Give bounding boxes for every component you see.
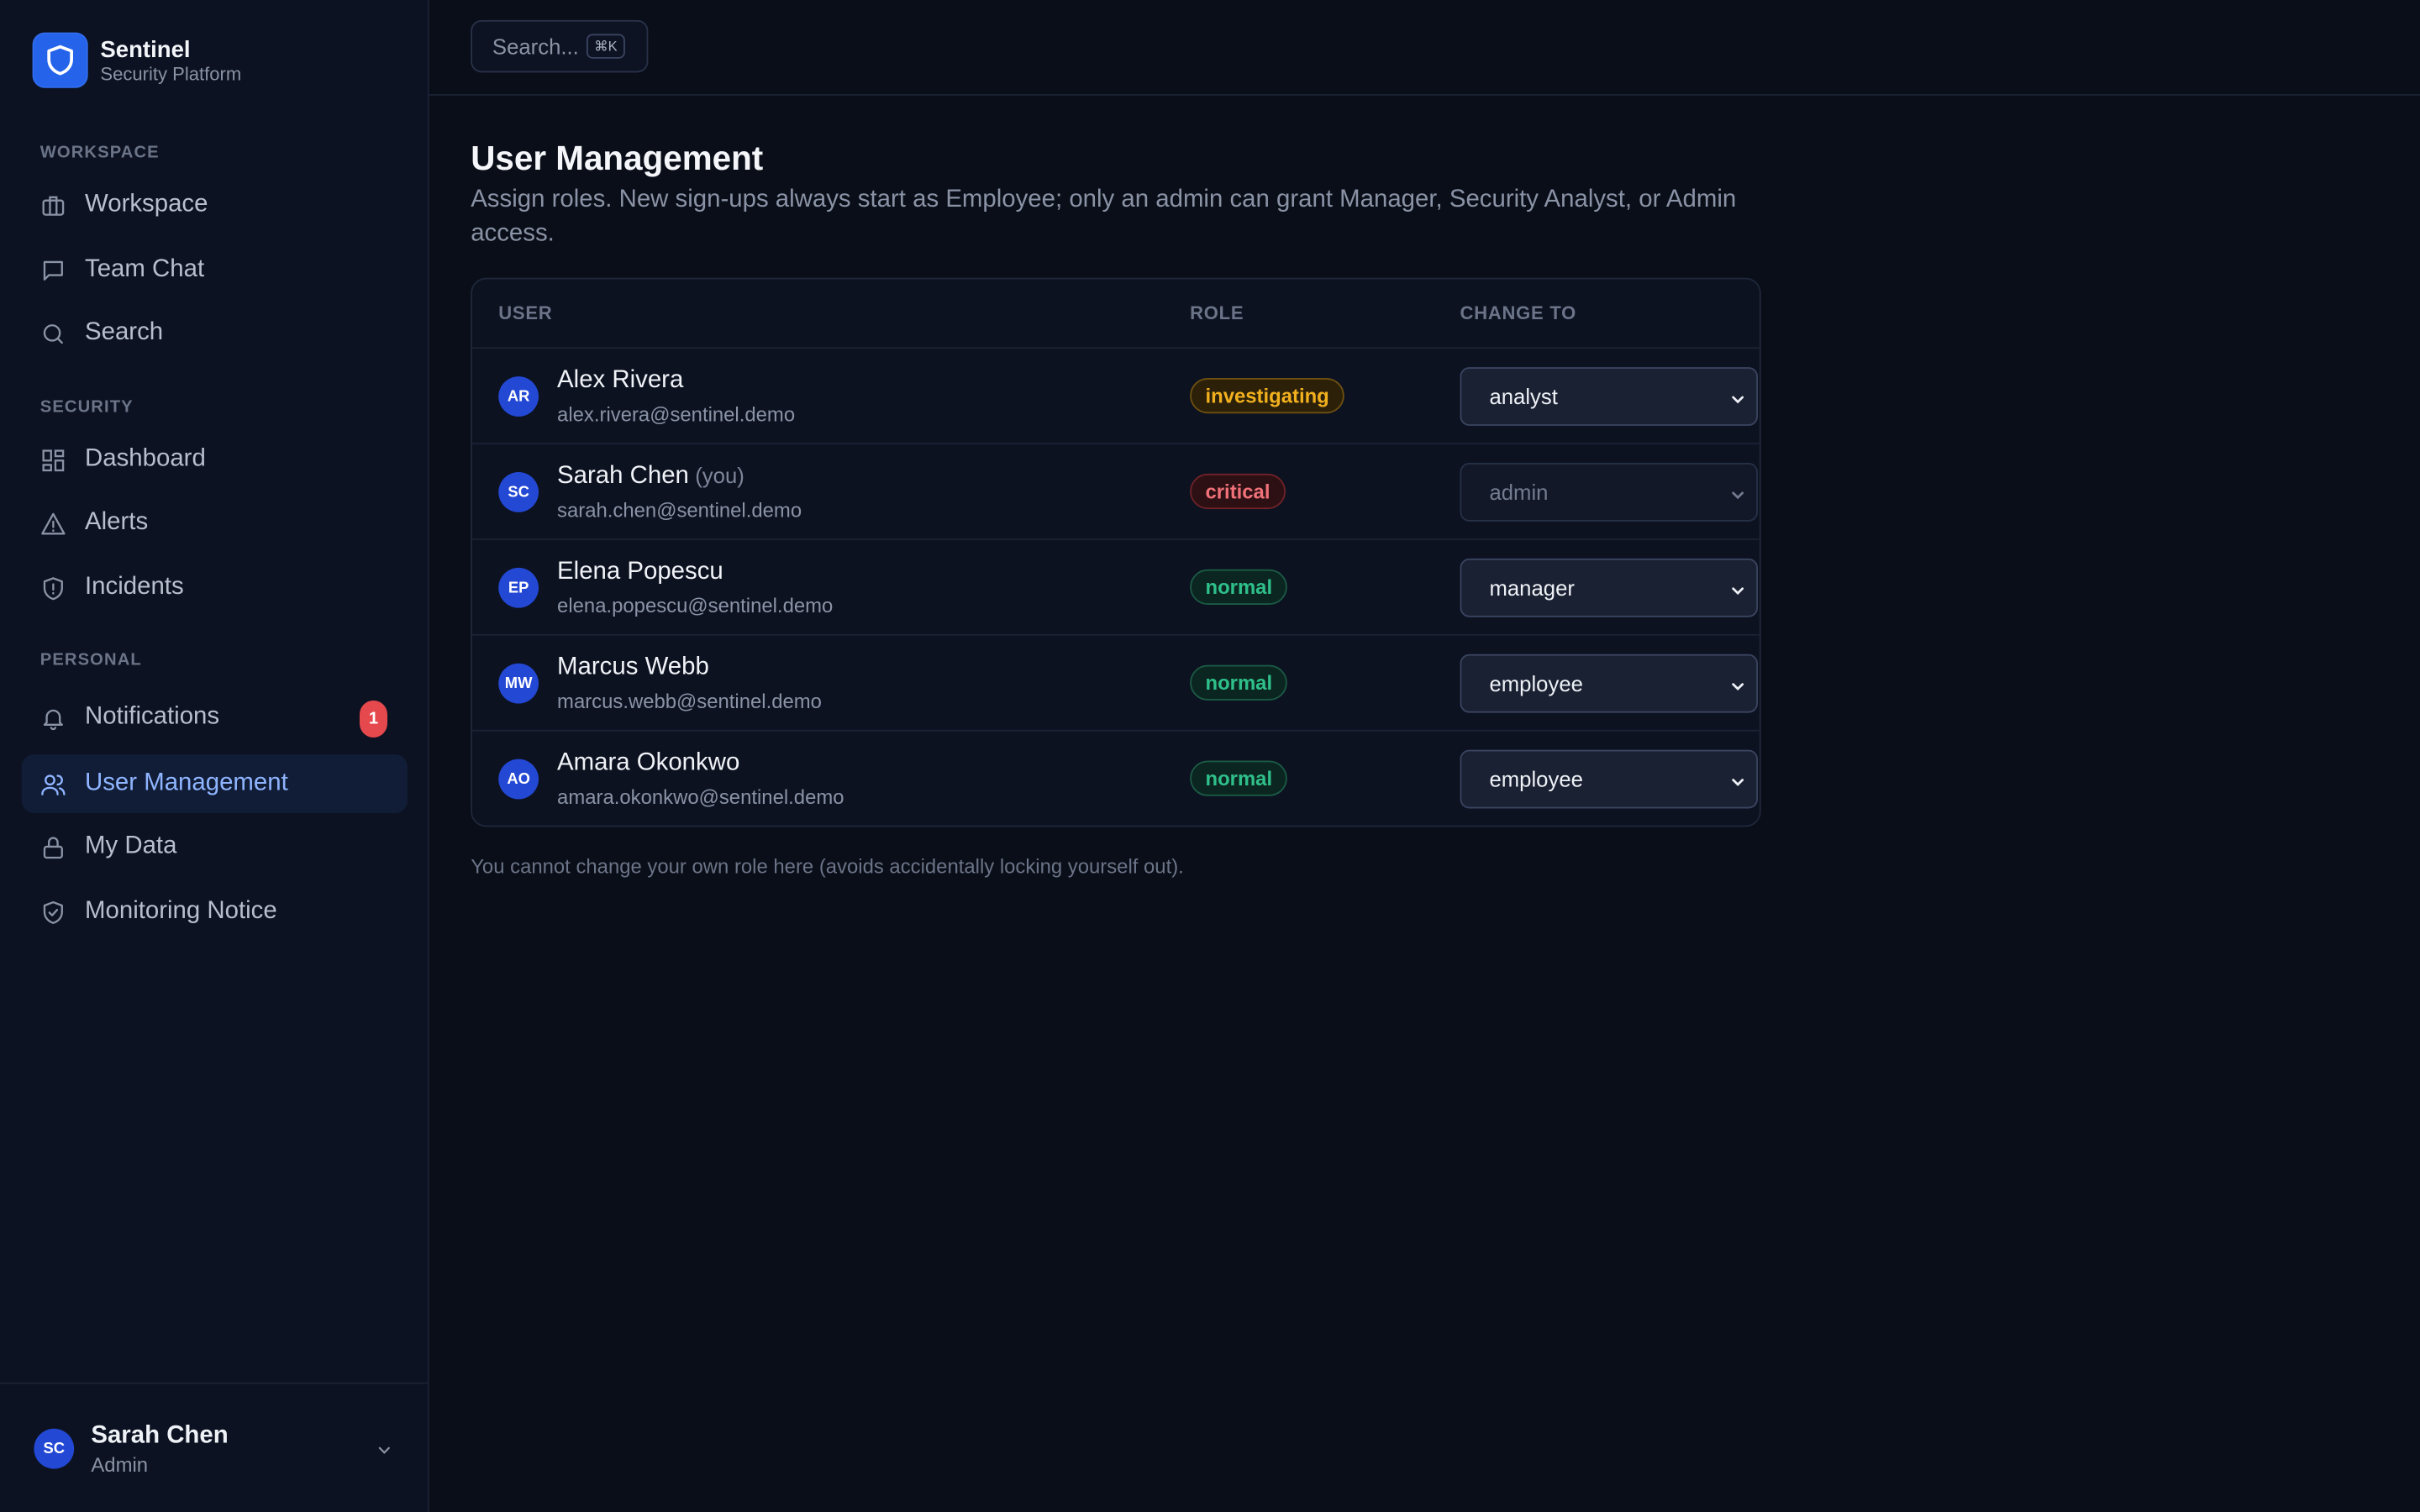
dashboard-icon xyxy=(40,447,66,473)
status-badge: critical xyxy=(1190,473,1286,510)
users-table: USER ROLE CHANGE TO AR Alex Rivera alex.… xyxy=(471,277,1761,827)
table-row: MW Marcus Webb marcus.webb@sentinel.demo… xyxy=(472,633,1760,730)
warning-icon xyxy=(40,510,66,536)
sidebar-item-monitoring-notice[interactable]: Monitoring Notice xyxy=(22,883,408,942)
chevron-down-icon xyxy=(1728,485,1747,509)
search-placeholder: Search... xyxy=(492,34,579,59)
avatar: EP xyxy=(498,567,539,608)
role-select[interactable]: analyst xyxy=(1460,367,1759,426)
chevron-down-icon xyxy=(1728,771,1747,795)
section-label-personal: PERSONAL xyxy=(39,651,142,670)
user-name: Sarah Chen xyxy=(557,463,689,490)
sidebar-item-label: Workspace xyxy=(85,191,208,218)
role-select[interactable]: employee xyxy=(1460,749,1759,809)
user-name: Alex Rivera xyxy=(557,367,684,394)
current-user-menu[interactable]: SC Sarah Chen Admin xyxy=(0,1382,429,1512)
sidebar-item-notifications[interactable]: Notifications 1 xyxy=(22,688,408,747)
sidebar-item-alerts[interactable]: Alerts xyxy=(22,494,408,553)
table-row: AR Alex Rivera alex.rivera@sentinel.demo… xyxy=(472,347,1760,443)
keyboard-shortcut: ⌘K xyxy=(586,34,625,59)
status-badge: investigating xyxy=(1190,377,1345,414)
avatar: AO xyxy=(498,759,539,800)
shield-check-icon xyxy=(40,899,66,925)
column-header-role: ROLE xyxy=(1190,302,1244,324)
sidebar-item-incidents[interactable]: Incidents xyxy=(22,559,408,617)
role-select[interactable]: manager xyxy=(1460,558,1759,617)
topbar: Search... ⌘K xyxy=(429,0,2420,96)
sidebar-item-label: Notifications xyxy=(85,703,220,730)
chevron-down-icon xyxy=(1728,580,1747,605)
sidebar-item-user-management[interactable]: User Management xyxy=(21,754,408,813)
sidebar-item-label: User Management xyxy=(85,769,288,796)
sidebar-item-label: Monitoring Notice xyxy=(85,897,277,925)
status-badge: normal xyxy=(1190,569,1288,605)
column-header-change-to: CHANGE TO xyxy=(1460,302,1577,324)
bell-icon xyxy=(40,704,66,730)
sidebar-item-my-data[interactable]: My Data xyxy=(22,817,408,876)
sidebar-item-label: Incidents xyxy=(85,574,184,601)
status-badge: normal xyxy=(1190,664,1288,701)
user-email: marcus.webb@sentinel.demo xyxy=(557,690,822,713)
global-search-button[interactable]: Search... ⌘K xyxy=(471,19,649,73)
user-email: elena.popescu@sentinel.demo xyxy=(557,594,834,617)
section-label-workspace: WORKSPACE xyxy=(39,143,160,162)
search-icon xyxy=(40,320,66,346)
page-title: User Management xyxy=(471,139,764,178)
sidebar-item-label: Dashboard xyxy=(85,445,206,473)
section-label-security: SECURITY xyxy=(39,397,134,417)
shield-logo-icon xyxy=(32,32,88,88)
table-row: AO Amara Okonkwo amara.okonkwo@sentinel.… xyxy=(472,729,1760,826)
avatar: SC xyxy=(498,472,539,512)
sidebar: Sentinel Security Platform WORKSPACE Wor… xyxy=(0,0,429,1512)
table-row: SC Sarah Chen (you) sarah.chen@sentinel.d… xyxy=(472,443,1760,538)
brand-subtitle: Security Platform xyxy=(100,62,242,85)
role-select-value: employee xyxy=(1489,670,1583,696)
sidebar-item-label: Search xyxy=(85,319,164,346)
role-select-value: analyst xyxy=(1489,384,1558,409)
user-name: Amara Okonkwo xyxy=(557,749,740,776)
role-select[interactable]: employee xyxy=(1460,654,1759,713)
role-select-disabled: admin xyxy=(1460,463,1759,522)
user-email: alex.rivera@sentinel.demo xyxy=(557,402,796,426)
page-description: Assign roles. New sign-ups always start … xyxy=(471,186,1737,247)
role-select-value: admin xyxy=(1489,480,1549,505)
lock-icon xyxy=(40,834,66,860)
avatar: MW xyxy=(498,663,539,704)
brand-name: Sentinel xyxy=(100,36,191,63)
user-email: sarah.chen@sentinel.demo xyxy=(557,498,802,522)
shield-alert-icon xyxy=(40,575,66,601)
sidebar-item-label: My Data xyxy=(85,832,177,860)
user-name: Marcus Webb xyxy=(557,654,709,680)
sidebar-item-dashboard[interactable]: Dashboard xyxy=(22,430,408,489)
current-user-role: Admin xyxy=(91,1453,149,1477)
chevron-down-icon xyxy=(1728,389,1747,413)
main-content: Search... ⌘K User Management Assign role… xyxy=(429,0,2420,1512)
user-email: amara.okonkwo@sentinel.demo xyxy=(557,785,844,809)
chevron-down-icon xyxy=(1728,675,1747,700)
self-role-footnote: You cannot change your own role here (av… xyxy=(471,854,1184,879)
sidebar-item-label: Alerts xyxy=(85,509,149,536)
avatar: SC xyxy=(34,1428,75,1469)
avatar: AR xyxy=(498,376,539,417)
brand[interactable]: Sentinel Security Platform xyxy=(32,32,242,88)
notification-count-badge: 1 xyxy=(359,700,388,738)
user-name: Elena Popescu xyxy=(557,558,723,585)
chat-icon xyxy=(40,257,66,283)
sidebar-item-workspace[interactable]: Workspace xyxy=(22,176,408,234)
sidebar-item-label: Team Chat xyxy=(85,255,205,283)
users-icon xyxy=(40,770,66,796)
status-badge: normal xyxy=(1190,760,1288,796)
role-select-value: employee xyxy=(1489,766,1583,792)
column-header-user: USER xyxy=(498,302,553,324)
sidebar-item-search[interactable]: Search xyxy=(22,304,408,363)
current-user-name: Sarah Chen xyxy=(91,1422,229,1449)
sidebar-item-team-chat[interactable]: Team Chat xyxy=(22,241,408,300)
role-select-value: manager xyxy=(1489,575,1575,601)
briefcase-icon xyxy=(40,192,66,218)
chevron-down-icon[interactable] xyxy=(375,1440,393,1467)
table-row: EP Elena Popescu elena.popescu@sentinel.… xyxy=(472,538,1760,634)
you-label: (you) xyxy=(695,463,744,488)
